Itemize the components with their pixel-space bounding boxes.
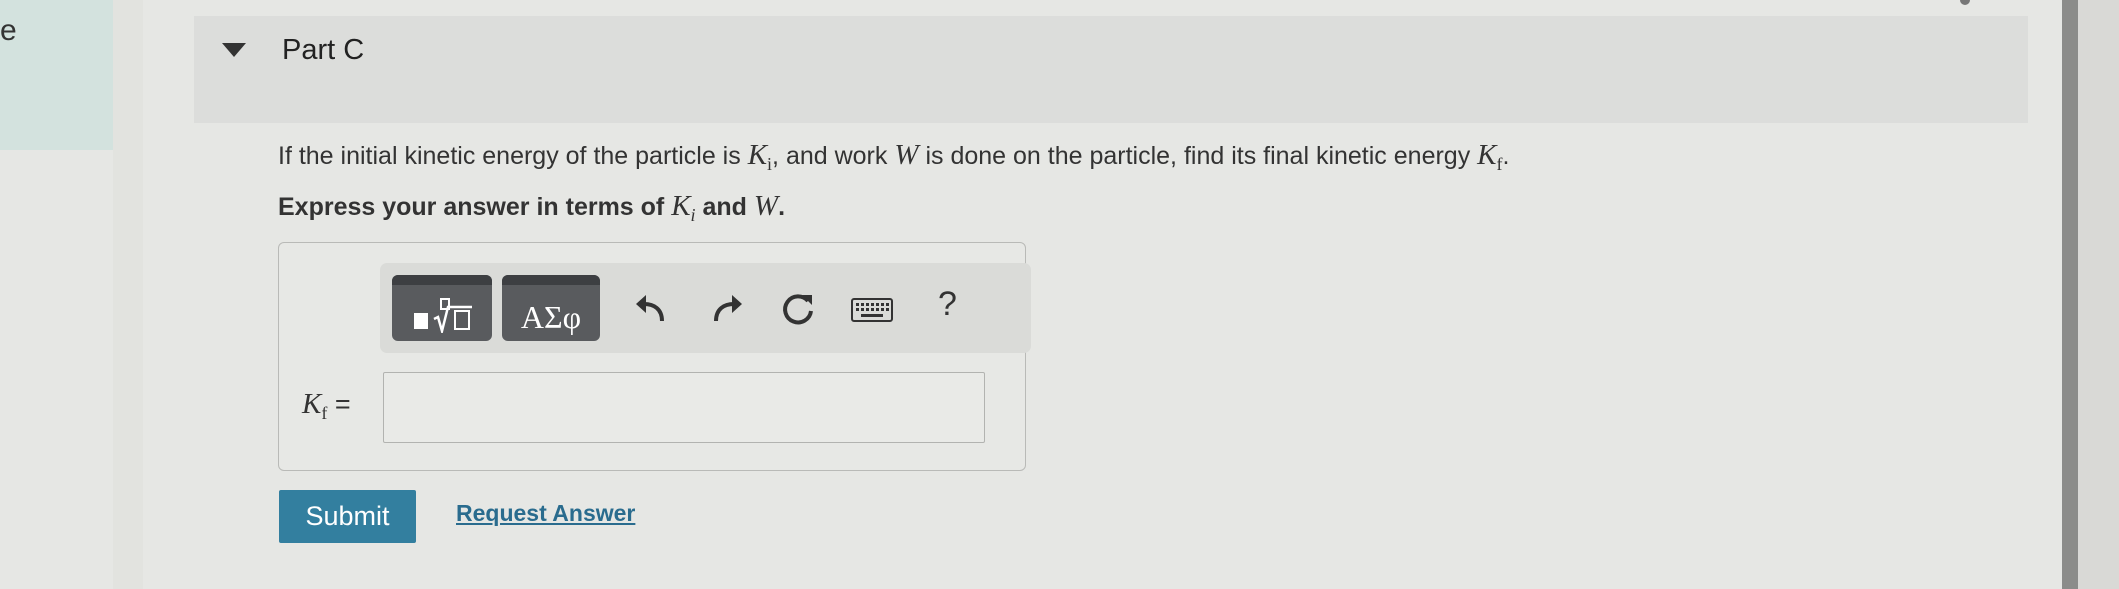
answer-label: Kf = bbox=[302, 388, 351, 424]
submit-button[interactable]: Submit bbox=[279, 490, 416, 543]
question-text-part: . bbox=[1502, 142, 1510, 170]
collapse-caret-icon[interactable] bbox=[222, 43, 246, 57]
question-text-part: , and work bbox=[772, 142, 895, 170]
keyboard-icon[interactable] bbox=[850, 291, 894, 327]
right-edge bbox=[2078, 0, 2119, 589]
undo-icon[interactable] bbox=[632, 291, 668, 327]
question-text-part: is done on the particle, find its final … bbox=[918, 142, 1478, 170]
w-variable: W bbox=[894, 139, 919, 171]
greek-symbols-label: ΑΣφ bbox=[520, 299, 582, 335]
left-tab[interactable]: e bbox=[0, 0, 113, 150]
math-toolbar: ΑΣφ ? bbox=[380, 263, 1031, 353]
answer-input[interactable] bbox=[383, 372, 985, 443]
kf-variable: Kf bbox=[1477, 139, 1503, 174]
instruction-text-part: and bbox=[695, 193, 754, 221]
redo-icon[interactable] bbox=[710, 291, 746, 327]
w-variable: W bbox=[753, 190, 779, 222]
help-button[interactable]: ? bbox=[938, 285, 957, 324]
instruction-text-part: Express your answer in terms of bbox=[278, 193, 672, 221]
templates-button[interactable] bbox=[392, 275, 492, 341]
button-top-bar bbox=[502, 275, 600, 285]
kf-variable: Kf bbox=[302, 388, 328, 423]
ki-variable: Ki bbox=[747, 139, 773, 174]
part-header[interactable]: Part C bbox=[194, 16, 2028, 123]
left-strip bbox=[113, 0, 143, 589]
ki-variable: Ki bbox=[671, 190, 696, 225]
instruction-text-part: . bbox=[778, 193, 786, 221]
question-text: If the initial kinetic energy of the par… bbox=[278, 139, 1509, 175]
request-answer-link[interactable]: Request Answer bbox=[456, 500, 635, 527]
scroll-indicator bbox=[1960, 0, 1970, 5]
part-title: Part C bbox=[282, 34, 365, 66]
reset-icon[interactable] bbox=[780, 291, 816, 327]
greek-symbols-button[interactable]: ΑΣφ bbox=[502, 275, 600, 341]
instruction-text: Express your answer in terms of Ki and W… bbox=[278, 190, 785, 226]
left-tab-label: e bbox=[0, 14, 17, 47]
fraction-radical-template-icon bbox=[414, 298, 472, 333]
right-border bbox=[2062, 0, 2078, 589]
button-top-bar bbox=[392, 275, 492, 285]
question-text-part: If the initial kinetic energy of the par… bbox=[278, 142, 748, 170]
equals-sign: = bbox=[327, 389, 351, 419]
